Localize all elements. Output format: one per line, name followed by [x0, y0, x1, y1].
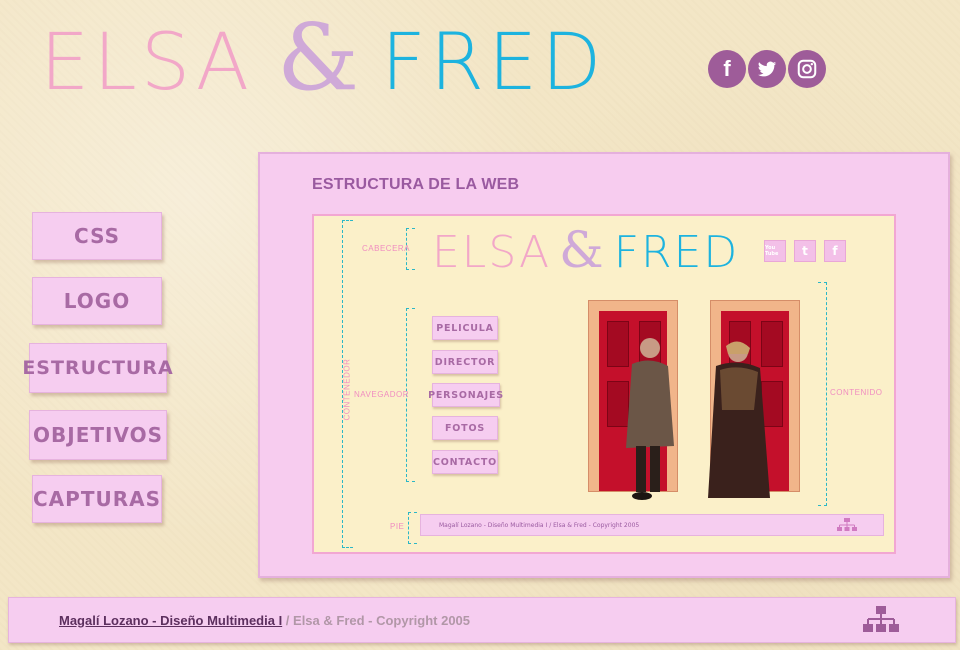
logo-ampersand: &: [277, 4, 363, 111]
label-contenido: CONTENIDO: [830, 388, 883, 397]
label-cabecera: CABECERA: [362, 244, 411, 253]
facebook-icon[interactable]: f: [708, 50, 746, 88]
label-pie: PIE: [390, 522, 405, 531]
menu-item-objetivos[interactable]: OBJETIVOS: [29, 410, 167, 460]
mockup-logo-fred: FRED: [613, 227, 740, 278]
woman-figure-image: [708, 341, 770, 498]
content-panel: ESTRUCTURA DE LA WEB CONTENEDOR CABECERA…: [258, 152, 950, 578]
logo-elsa: ELSA: [40, 18, 254, 108]
twitter-icon[interactable]: [748, 50, 786, 88]
site-footer: Magalí Lozano - Diseño Multimedia I / El…: [8, 597, 956, 643]
mockup-logo-elsa: ELSA: [432, 227, 552, 278]
twitter-icon: t: [794, 240, 816, 262]
sitemap-icon[interactable]: [863, 606, 899, 634]
copyright-text: / Elsa & Fred - Copyright 2005: [282, 612, 471, 628]
mockup-nav-pelicula: PELICULA: [432, 316, 498, 340]
menu-item-capturas[interactable]: CAPTURAS: [32, 475, 162, 523]
instagram-icon[interactable]: [788, 50, 826, 88]
social-links: f: [708, 50, 826, 88]
man-figure-image: [626, 338, 674, 500]
contenido-bracket: [818, 282, 827, 506]
mockup-nav-fotos: FOTOS: [432, 416, 498, 440]
page-title: ESTRUCTURA DE LA WEB: [312, 176, 520, 193]
youtube-icon: You Tube: [764, 240, 786, 262]
logo-fred: FRED: [380, 18, 606, 108]
menu-item-estructura[interactable]: ESTRUCTURA: [22, 343, 173, 393]
menu-item-css[interactable]: CSS: [32, 212, 162, 260]
author-link[interactable]: Magalí Lozano - Diseño Multimedia I: [59, 613, 282, 628]
label-navegador: NAVEGADOR: [354, 390, 410, 399]
menu-item-logo[interactable]: LOGO: [32, 277, 162, 325]
mockup-footer: Magalí Lozano - Diseño Multimedia I / El…: [420, 514, 884, 536]
mockup-logo-ampersand: &: [559, 221, 606, 279]
mockup-social: You Tube t f: [764, 240, 846, 262]
facebook-icon: f: [824, 240, 846, 262]
mockup-footer-text: Magalí Lozano - Diseño Multimedia I / El…: [439, 521, 640, 529]
mockup-nav-personajes: PERSONAJES: [428, 383, 503, 407]
label-contenedor: CONTENEDOR: [342, 358, 352, 421]
site-logo[interactable]: ELSA & FRED: [40, 8, 606, 109]
mockup-logo: ELSA & FRED: [432, 222, 739, 281]
structure-diagram: CONTENEDOR CABECERA NAVEGADOR CONTENIDO …: [312, 214, 896, 554]
sitemap-icon: [837, 518, 857, 531]
pie-bracket: [408, 512, 417, 544]
mockup-nav-contacto: CONTACTO: [432, 450, 498, 474]
mockup-nav-director: DIRECTOR: [432, 350, 498, 374]
